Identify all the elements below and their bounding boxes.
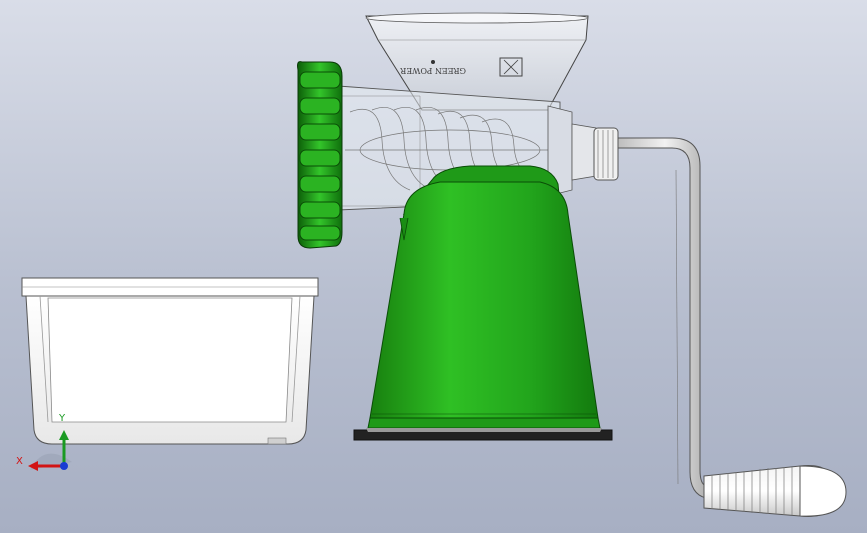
crank-nut[interactable]: [593, 127, 619, 181]
green-locking-ring[interactable]: [297, 61, 343, 249]
cad-viewport[interactable]: GREEN POWER X Y: [0, 0, 867, 533]
suction-base[interactable]: [353, 428, 613, 441]
collection-tray[interactable]: [21, 277, 319, 445]
hopper-marking: GREEN POWER: [399, 66, 466, 75]
z-axis-dot: [60, 462, 68, 470]
y-axis-label: Y: [59, 413, 66, 424]
crank-handle[interactable]: [703, 465, 847, 517]
model-canvas[interactable]: GREEN POWER: [0, 0, 867, 533]
crank-arm[interactable]: [617, 137, 713, 499]
x-axis-label: X: [16, 456, 23, 467]
